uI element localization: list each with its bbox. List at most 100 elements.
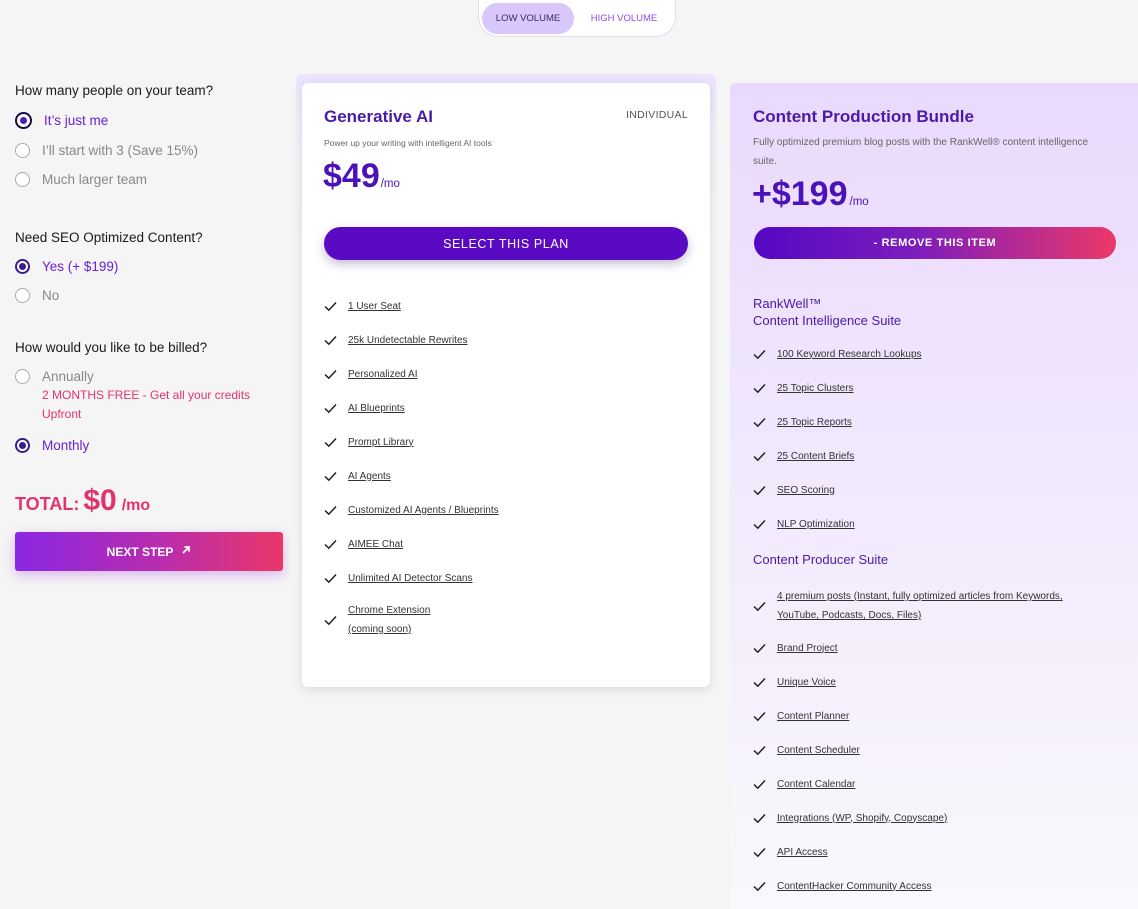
total-price: TOTAL: $0 /mo [15, 484, 285, 518]
section-title-line: RankWell™ [753, 296, 822, 311]
check-icon [753, 677, 767, 688]
producer-section-title: Content Producer Suite [753, 552, 889, 567]
feature-link[interactable]: YouTube, Podcasts, Docs, Files) [777, 606, 1063, 625]
team-option-label: I’ll start with 3 (Save 15%) [42, 143, 199, 158]
check-icon [324, 369, 338, 380]
team-option-label: Much larger team [42, 172, 148, 187]
seo-option-label: No [42, 288, 60, 303]
billing-option-label: Monthly [42, 438, 90, 453]
feature-link[interactable]: Brand Project [777, 639, 838, 658]
team-question: How many people on your team? [15, 83, 214, 98]
feature-link[interactable]: Unique Voice [777, 673, 836, 692]
feature-note[interactable]: (coming soon) [348, 620, 430, 639]
check-icon [753, 519, 767, 530]
rankwell-feature-list: 100 Keyword Research Lookups 25 Topic Cl… [753, 337, 922, 541]
plan-price-period: /mo [380, 178, 400, 190]
check-icon [753, 643, 767, 654]
seo-question: Need SEO Optimized Content? [15, 230, 203, 245]
feature-link[interactable]: Unlimited AI Detector Scans [348, 569, 473, 588]
feature-chrome-extension: Chrome Extension (coming soon) [348, 601, 430, 639]
check-icon [753, 847, 767, 858]
plan-card-generative-ai: Generative AI INDIVIDUAL Power up your w… [302, 83, 710, 687]
feature-premium-posts: 4 premium posts (Instant, fully optimize… [777, 587, 1063, 625]
feature-link[interactable]: 1 User Seat [348, 297, 401, 316]
billing-option-label: Annually [42, 369, 94, 384]
radio-icon[interactable] [15, 143, 30, 158]
next-step-label: NEXT STEP [106, 544, 174, 559]
seo-option-label: Yes (+ $199) [42, 259, 119, 274]
plan-price: $49 /mo [323, 157, 400, 196]
feature-link[interactable]: AIMEE Chat [348, 535, 403, 554]
volume-toggle: LOW VOLUME HIGH VOLUME [478, 0, 676, 37]
feature-link[interactable]: API Access [777, 843, 828, 862]
feature-link[interactable]: AI Blueprints [348, 399, 405, 418]
feature-link[interactable]: SEO Scoring [777, 481, 835, 500]
section-title-line: Content Intelligence Suite [753, 313, 902, 328]
high-volume-option[interactable]: HIGH VOLUME [576, 3, 672, 34]
billing-option-annually[interactable]: Annually [15, 369, 285, 384]
feature-link[interactable]: Content Scheduler [777, 741, 860, 760]
check-icon [753, 745, 767, 756]
check-icon [324, 573, 338, 584]
plan-subtitle: Power up your writing with intelligent A… [324, 138, 492, 148]
radio-selected-icon[interactable] [15, 438, 30, 453]
radio-selected-icon[interactable] [15, 259, 30, 274]
feature-link[interactable]: 25k Undetectable Rewrites [348, 331, 468, 350]
check-icon [324, 403, 338, 414]
check-icon [753, 711, 767, 722]
radio-selected-icon[interactable] [15, 112, 32, 129]
annual-promo-text: 2 MONTHS FREE - Get all your credits Upf… [42, 388, 251, 421]
feature-link[interactable]: 4 premium posts (Instant, fully optimize… [777, 587, 1063, 606]
check-icon [753, 383, 767, 394]
check-icon [753, 779, 767, 790]
feature-link[interactable]: Content Planner [777, 707, 849, 726]
check-icon [324, 615, 338, 626]
total-label: TOTAL: [15, 494, 80, 514]
feature-link[interactable]: Prompt Library [348, 433, 414, 452]
check-icon [753, 813, 767, 824]
radio-icon[interactable] [15, 288, 30, 303]
feature-link[interactable]: 100 Keyword Research Lookups [777, 345, 922, 364]
low-volume-option[interactable]: LOW VOLUME [482, 2, 574, 34]
remove-item-button[interactable]: - REMOVE THIS ITEM [754, 227, 1116, 259]
producer-feature-list: 4 premium posts (Instant, fully optimize… [753, 581, 1063, 903]
feature-link[interactable]: ContentHacker Community Access [777, 877, 932, 896]
next-step-button[interactable]: NEXT STEP [15, 532, 283, 571]
total-amount: $0 [83, 484, 117, 517]
feature-link[interactable]: Chrome Extension [348, 601, 430, 620]
plan-tier-tag: INDIVIDUAL [626, 109, 688, 121]
feature-link[interactable]: 25 Topic Clusters [777, 379, 854, 398]
rankwell-section-title: RankWell™ Content Intelligence Suite [753, 295, 901, 329]
radio-icon[interactable] [15, 369, 30, 384]
feature-link[interactable]: Content Calendar [777, 775, 855, 794]
check-icon [753, 349, 767, 360]
check-icon [753, 485, 767, 496]
team-option-label: It’s just me [44, 113, 109, 128]
feature-link[interactable]: 25 Content Briefs [777, 447, 854, 466]
check-icon [753, 881, 767, 892]
billing-option-monthly[interactable]: Monthly [15, 438, 285, 453]
bundle-subtitle: Fully optimized premium blog posts with … [753, 137, 1089, 167]
seo-option-no[interactable]: No [15, 288, 285, 303]
check-icon [324, 505, 338, 516]
radio-icon[interactable] [15, 172, 30, 187]
feature-link[interactable]: NLP Optimization [777, 515, 855, 534]
check-icon [753, 417, 767, 428]
feature-link[interactable]: 25 Topic Reports [777, 413, 852, 432]
bundle-price-amount: +$199 [752, 175, 848, 213]
team-option-larger[interactable]: Much larger team [15, 172, 285, 187]
check-icon [324, 539, 338, 550]
seo-option-yes[interactable]: Yes (+ $199) [15, 259, 285, 274]
feature-link[interactable]: Personalized AI [348, 365, 418, 384]
plan-feature-list: 1 User Seat 25k Undetectable Rewrites Pe… [324, 289, 499, 645]
select-plan-button[interactable]: SELECT THIS PLAN [324, 227, 688, 260]
bundle-title: Content Production Bundle [753, 107, 974, 126]
feature-link[interactable]: Customized AI Agents / Blueprints [348, 501, 499, 520]
check-icon [324, 335, 338, 346]
check-icon [324, 301, 338, 312]
feature-link[interactable]: AI Agents [348, 467, 391, 486]
feature-link[interactable]: Integrations (WP, Shopify, Copyscape) [777, 809, 947, 828]
team-option-three[interactable]: I’ll start with 3 (Save 15%) [15, 143, 285, 158]
plan-price-amount: $49 [323, 157, 380, 195]
team-option-just-me[interactable]: It’s just me [15, 112, 285, 129]
